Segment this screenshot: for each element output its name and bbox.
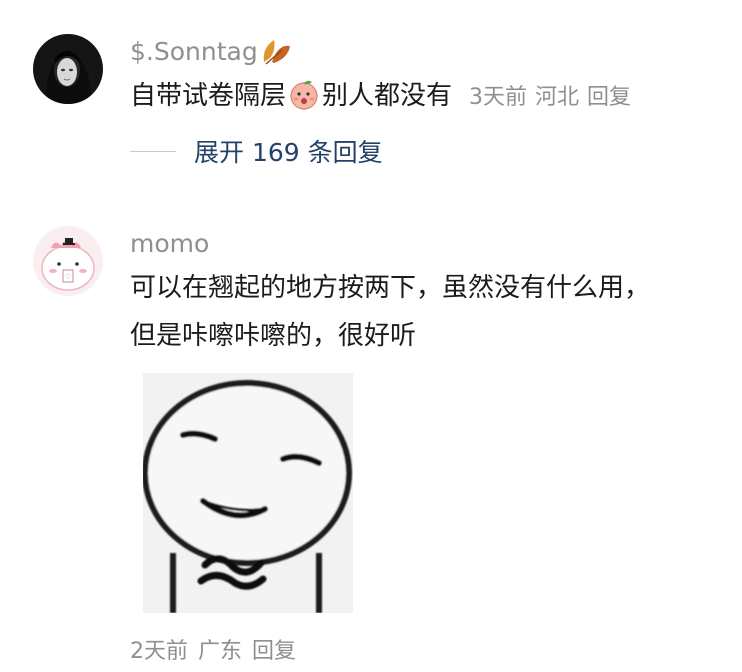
autumn-leaf-icon [260, 36, 294, 73]
username[interactable]: momo [130, 229, 209, 259]
comment-location: 广东 [198, 639, 243, 664]
comment-text: 自带试卷隔层 别人都没有 3天前 河北 回复 [130, 76, 639, 122]
expand-replies-link[interactable]: 展开 169 条回复 [194, 133, 383, 169]
smiling-doodle-sticker[interactable] [142, 373, 353, 613]
svg-text:♡: ♡ [65, 273, 71, 281]
expand-replies[interactable]: 展开 169 条回复 [130, 133, 383, 169]
reply-button[interactable]: 回复 [587, 85, 631, 110]
comment-location: 河北 [535, 85, 580, 110]
comment-text: 可以在翘起的地方按两下，虽然没有什么用， 但是咔嚓咔嚓的，很好听 [130, 268, 650, 356]
comment-meta: 2天前 广东 回复 [130, 633, 306, 665]
divider [130, 150, 176, 152]
comment-text-line: 可以在翘起的地方按两下，虽然没有什么用， [130, 273, 651, 303]
avatar[interactable] [33, 34, 103, 104]
comment-text-line: 但是咔嚓咔嚓的，很好听 [130, 321, 417, 351]
peach-face-emoji [288, 78, 320, 122]
reply-button[interactable]: 回复 [252, 639, 296, 664]
comment-time: 3天前 [469, 85, 528, 110]
username[interactable]: $.Sonntag [130, 36, 296, 73]
avatar[interactable]: ♡ [33, 226, 103, 296]
comment-time: 2天前 [130, 639, 188, 664]
